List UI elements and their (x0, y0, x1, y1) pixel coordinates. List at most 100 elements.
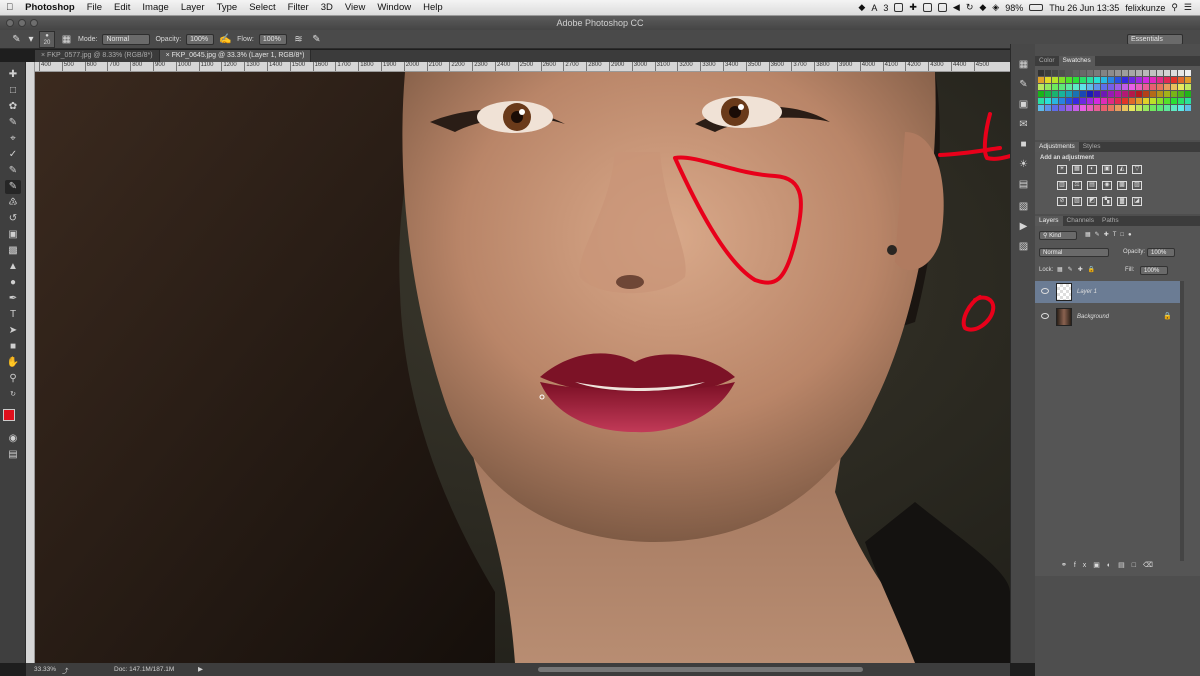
swatch[interactable] (1185, 77, 1191, 83)
swatch[interactable] (1164, 98, 1170, 104)
swatch[interactable] (1038, 105, 1044, 111)
swatch[interactable] (1101, 105, 1107, 111)
brush-tool-icon[interactable]: ✎ (5, 180, 21, 194)
healing-brush-tool-icon[interactable]: ✎ (5, 164, 21, 178)
swatch[interactable] (1122, 70, 1128, 76)
swatch[interactable] (1136, 70, 1142, 76)
swatch[interactable] (1122, 84, 1128, 90)
swatch[interactable] (1066, 77, 1072, 83)
swatch[interactable] (1185, 91, 1191, 97)
swatch[interactable] (1087, 105, 1093, 111)
swatch[interactable] (1171, 98, 1177, 104)
eraser-tool-icon[interactable]: ▣ (5, 228, 21, 242)
wifi-icon[interactable]: ◈ (992, 2, 999, 13)
swatch[interactable] (1143, 91, 1149, 97)
swatch[interactable] (1143, 77, 1149, 83)
swatch[interactable] (1150, 77, 1156, 83)
swatch[interactable] (1150, 98, 1156, 104)
adobe-icon[interactable]: A (871, 3, 877, 13)
adjustment-icon[interactable]: ▨ (1132, 181, 1142, 190)
swatch[interactable] (1066, 84, 1072, 90)
eye-icon[interactable] (1041, 288, 1049, 294)
adjustment-icon[interactable]: ▽ (1132, 165, 1142, 174)
menu-window[interactable]: Window (371, 2, 417, 13)
layer-name[interactable]: Layer 1 (1077, 289, 1097, 295)
opacity-field[interactable]: 100% (186, 33, 215, 45)
swatch[interactable] (1185, 98, 1191, 104)
swatch[interactable] (1059, 105, 1065, 111)
swatch[interactable] (1115, 105, 1121, 111)
swatch[interactable] (1157, 98, 1163, 104)
swatch[interactable] (1185, 105, 1191, 111)
swatch[interactable] (1045, 91, 1051, 97)
swatch[interactable] (1087, 98, 1093, 104)
swatch[interactable] (1157, 70, 1163, 76)
swatch[interactable] (1094, 98, 1100, 104)
swatch[interactable] (1073, 70, 1079, 76)
layers-scrollbar[interactable] (1180, 281, 1184, 561)
swatch[interactable] (1164, 77, 1170, 83)
swatch[interactable] (1045, 105, 1051, 111)
time-machine-icon[interactable]: ↻ (966, 2, 974, 13)
apple-icon[interactable]:  (0, 2, 19, 13)
swatch[interactable] (1101, 77, 1107, 83)
clock[interactable]: Thu 26 Jun 13:35 (1049, 3, 1119, 13)
swatch[interactable] (1073, 98, 1079, 104)
pressure-size-icon[interactable]: ✎ (310, 33, 323, 46)
swatch[interactable] (1115, 70, 1121, 76)
lock-icons[interactable]: ▦✎✚🔒 (1057, 266, 1100, 273)
swatch[interactable] (1073, 77, 1079, 83)
adjustment-icon[interactable]: ☀ (1057, 165, 1067, 174)
dropbox-icon[interactable]: ◆ (858, 2, 865, 13)
type-tool-icon[interactable]: T (5, 308, 21, 322)
adjustment-icon[interactable]: ▚ (1102, 197, 1112, 206)
plus-icon[interactable]: ✚ (909, 2, 917, 13)
history-brush-tool-icon[interactable]: ↺ (5, 212, 21, 226)
blur-tool-icon[interactable]: ▲ (5, 260, 21, 274)
menu-help[interactable]: Help (417, 2, 449, 13)
battery-text[interactable]: 98% (1005, 3, 1023, 13)
swatch[interactable] (1059, 70, 1065, 76)
menu-type[interactable]: Type (211, 2, 244, 13)
tab-document-1[interactable]: × FKP_0577.jpg @ 8.33% (RGB/8*) (35, 50, 160, 62)
volume-icon[interactable]: ◀ (953, 2, 960, 13)
swatch[interactable] (1052, 98, 1058, 104)
sync-icon[interactable] (922, 3, 932, 12)
swatch[interactable] (1045, 98, 1051, 104)
swatch[interactable] (1178, 84, 1184, 90)
layer-name[interactable]: Background (1077, 314, 1109, 320)
brushes-panel-icon[interactable]: ✎ (1016, 78, 1031, 92)
menu-view[interactable]: View (339, 2, 371, 13)
swatch[interactable] (1052, 77, 1058, 83)
swatch[interactable] (1129, 98, 1135, 104)
menu-select[interactable]: Select (243, 2, 281, 13)
swatch[interactable] (1122, 105, 1128, 111)
swatch[interactable] (1059, 84, 1065, 90)
screen-mode-icon[interactable]: ▤ (5, 448, 21, 462)
airbrush-icon[interactable]: ≋ (292, 33, 305, 46)
swatch[interactable] (1136, 98, 1142, 104)
pen-tool-icon[interactable]: ✒ (5, 292, 21, 306)
status-menu-arrow-icon[interactable]: ▶ (198, 665, 203, 673)
horizontal-ruler[interactable]: 400 500 600 700 800 900 1000 1100 1200 1300 1400 15… (35, 62, 1010, 72)
eye-icon[interactable] (1041, 313, 1049, 319)
horizontal-scrollbar[interactable] (538, 667, 863, 672)
bluetooth-icon[interactable]: ◆ (979, 2, 986, 13)
swatch[interactable] (1164, 70, 1170, 76)
swatch[interactable] (1080, 70, 1086, 76)
swatch[interactable] (1038, 84, 1044, 90)
menu-edit[interactable]: Edit (108, 2, 136, 13)
adjustment-icon[interactable]: ▓ (1117, 197, 1127, 206)
layer-opacity-field[interactable]: 100% (1147, 248, 1175, 257)
swatch[interactable] (1129, 70, 1135, 76)
adjustment-icon[interactable]: ⚖ (1072, 181, 1082, 190)
swatch[interactable] (1080, 84, 1086, 90)
swatch[interactable] (1178, 105, 1184, 111)
adjustment-icon[interactable]: ▥ (1057, 181, 1067, 190)
menu-layer[interactable]: Layer (175, 2, 211, 13)
zoom-level[interactable]: 33.33% (34, 666, 56, 673)
hand-tool-icon[interactable]: ✋ (5, 356, 21, 370)
adjustment-icon[interactable]: ⊘ (1057, 197, 1067, 206)
swatch[interactable] (1087, 91, 1093, 97)
swatch[interactable] (1178, 98, 1184, 104)
